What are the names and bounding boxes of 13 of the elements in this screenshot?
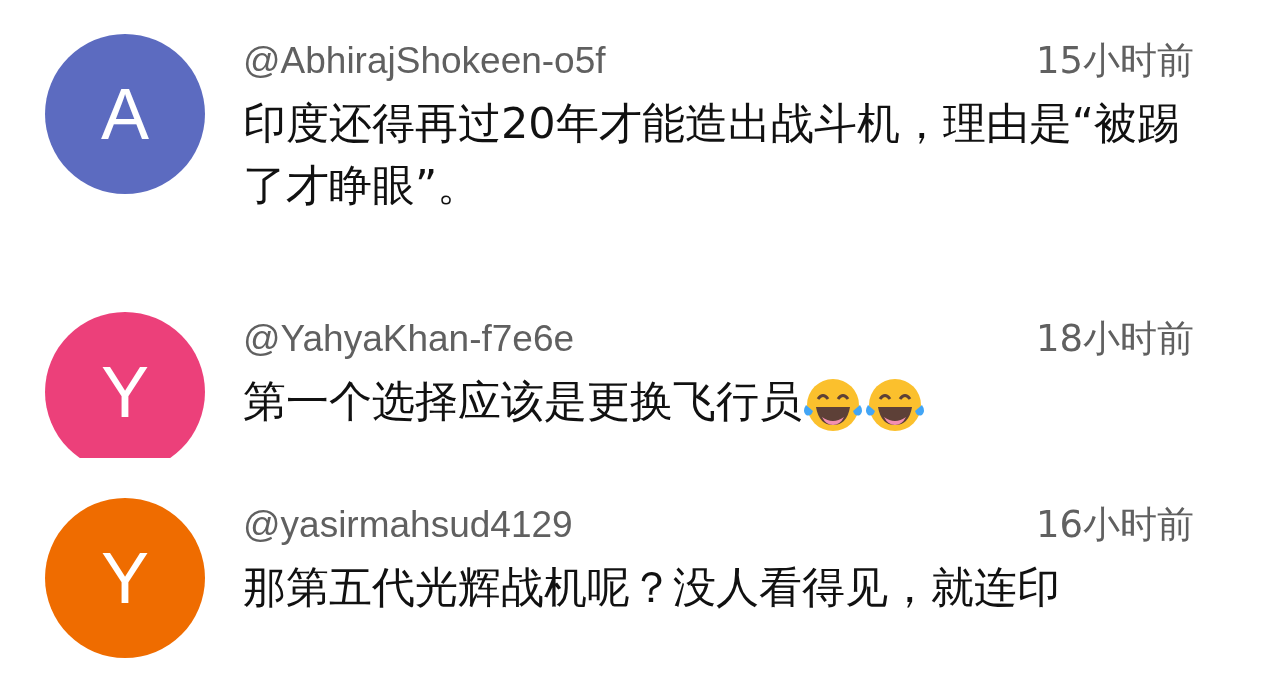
author-name[interactable]: @YahyaKhan-f7e6e	[243, 314, 575, 364]
laughing-emoji-icon	[864, 376, 926, 433]
author-name[interactable]: @yasirmahsud4129	[243, 500, 573, 550]
comment-text: 第一个选择应该是更换飞行员	[243, 376, 802, 426]
comment-text: 那第五代光辉战机呢？没人看得见，就连印	[243, 562, 1060, 612]
avatar[interactable]: Y	[45, 312, 205, 458]
avatar[interactable]: A	[45, 34, 205, 194]
comment-text: 印度还得再过20年才能造出战斗机，理由是“被踢了才睁眼”。	[243, 98, 1180, 210]
laughing-emoji-icon	[802, 376, 864, 433]
timestamp: 15小时前	[1035, 38, 1194, 84]
author-name[interactable]: @AbhirajShokeen-o5f	[243, 36, 606, 86]
timestamp: 16小时前	[1035, 502, 1194, 548]
timestamp: 18小时前	[1035, 316, 1194, 362]
